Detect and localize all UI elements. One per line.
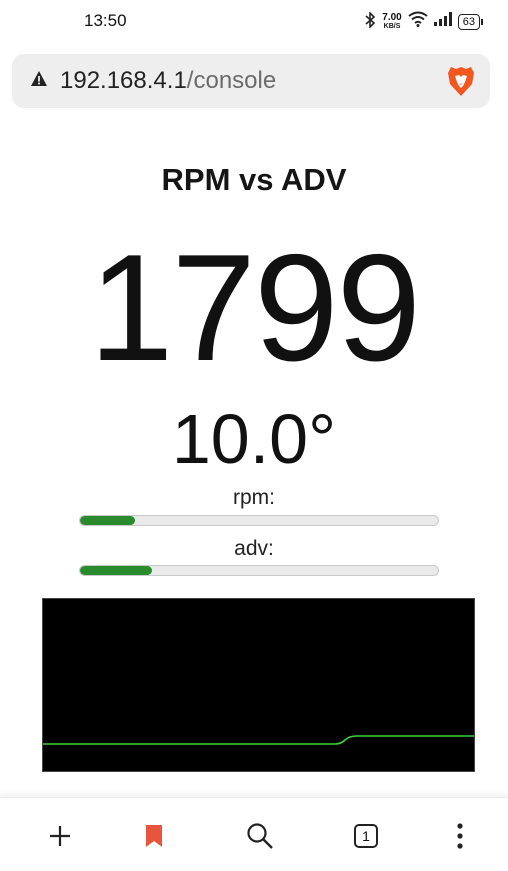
adv-progress-fill — [80, 566, 152, 575]
more-icon — [457, 823, 463, 849]
bookmarks-button[interactable] — [136, 818, 172, 854]
search-button[interactable] — [242, 818, 278, 854]
new-tab-button[interactable] — [42, 818, 78, 854]
wifi-icon — [408, 11, 428, 32]
rpm-progress-bar — [79, 515, 439, 526]
more-menu-button[interactable] — [442, 818, 478, 854]
url-text[interactable]: 192.168.4.1/console — [60, 67, 276, 95]
status-icons: 7.00 KB/S 63 — [364, 11, 484, 32]
rpm-advance-plot — [42, 598, 475, 772]
battery-icon: 63 — [457, 13, 484, 30]
brave-lion-icon[interactable] — [446, 64, 476, 98]
warning-icon[interactable] — [30, 70, 48, 88]
advance-readout: 10.0° — [171, 400, 337, 478]
search-icon — [247, 823, 273, 849]
rpm-progress-fill — [80, 516, 136, 525]
clock: 13:50 — [84, 11, 127, 30]
net-speed-unit: KB/S — [383, 22, 401, 30]
plus-icon — [50, 826, 70, 846]
tabs-icon: 1 — [354, 824, 378, 848]
rpm-readout: 1799 — [88, 223, 421, 393]
net-speed-value: 7.00 — [382, 11, 402, 23]
plot-canvas — [43, 735, 474, 745]
plot-trace-line — [43, 735, 474, 745]
url-host: 192.168.4.1 — [60, 67, 187, 94]
adv-progress-bar — [79, 565, 439, 576]
adv-bar-label: adv: — [234, 537, 274, 560]
net-speed: 7.00 KB/S — [382, 11, 402, 31]
bluetooth-icon — [364, 11, 376, 31]
address-bar[interactable]: 192.168.4.1/console — [12, 54, 490, 108]
rpm-bar-label: rpm: — [233, 486, 275, 509]
signal-icon — [433, 12, 452, 31]
browser-bottom-toolbar: 1 — [0, 797, 508, 871]
url-path: /console — [186, 67, 277, 94]
bookmark-icon — [146, 825, 162, 847]
page-title: RPM vs ADV — [161, 162, 347, 197]
status-bar: 13:50 7.00 KB/S 63 — [0, 0, 508, 44]
tabs-button[interactable]: 1 — [348, 818, 384, 854]
